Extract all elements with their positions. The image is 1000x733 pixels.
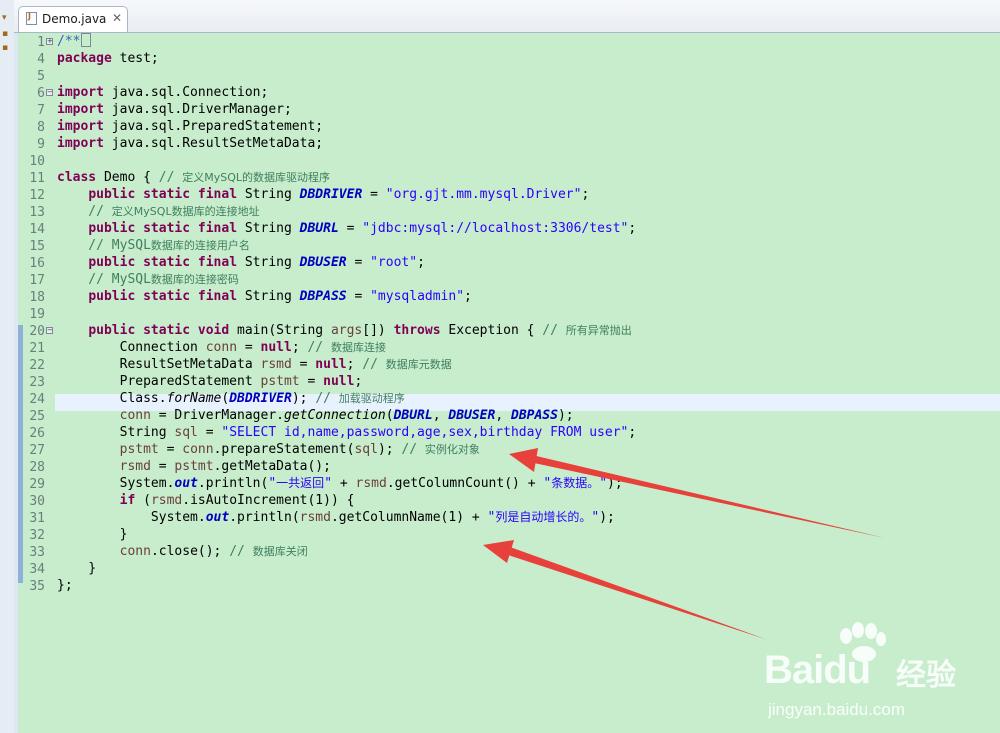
line-number: 30 bbox=[29, 494, 45, 509]
code-line: package test; bbox=[57, 51, 159, 66]
code-line: import java.sql.ResultSetMetaData; bbox=[57, 136, 324, 151]
code-line: String sql = "SELECT id,name,password,ag… bbox=[57, 425, 637, 440]
code-line: conn.close(); // 数据库关闭 bbox=[119, 544, 308, 559]
line-number: 33 bbox=[29, 545, 45, 560]
code-line: import java.sql.PreparedStatement; bbox=[57, 119, 324, 134]
code-line: if (rsmd.isAutoIncrement(1)) { bbox=[119, 493, 355, 508]
line-number: 5 bbox=[37, 69, 45, 84]
line-number: 25 bbox=[29, 409, 45, 424]
code-line: ResultSetMetaData rsmd = null; // 数据库元数据 bbox=[57, 357, 452, 372]
editor-tab-bar: Demo.java ✕ bbox=[14, 0, 1000, 33]
line-number: 8 bbox=[37, 120, 45, 135]
line-number: 35 bbox=[29, 579, 45, 594]
line-number: 1 bbox=[37, 35, 45, 50]
watermark-url: jingyan.baidu.com bbox=[768, 700, 906, 719]
code-line: PreparedStatement pstmt = null; bbox=[57, 374, 363, 389]
line-number: 24 bbox=[29, 392, 45, 407]
line-number: 22 bbox=[29, 358, 45, 373]
line-number: 21 bbox=[29, 341, 45, 356]
code-line: public static final String DBPASS = "mys… bbox=[88, 289, 472, 304]
line-number: 6 bbox=[37, 86, 45, 101]
line-number: 31 bbox=[29, 511, 45, 526]
line-number: 34 bbox=[29, 562, 45, 577]
tab-label: Demo.java bbox=[42, 12, 107, 26]
code-line: Class.forName(DBDRIVER); // 加载驱动程序 bbox=[57, 391, 405, 406]
package-icon[interactable]: ▾ bbox=[2, 14, 11, 23]
code-line: } bbox=[57, 561, 97, 576]
line-number: 9 bbox=[37, 137, 45, 152]
line-number: 18 bbox=[29, 290, 45, 305]
code-line: public static final String DBURL = "jdbc… bbox=[88, 221, 637, 236]
code-line: /** bbox=[57, 33, 92, 50]
fold-collapse-icon[interactable]: − bbox=[46, 89, 53, 96]
code-line: System.out.println("一共返回" + rsmd.getColu… bbox=[57, 476, 623, 491]
line-number: 14 bbox=[29, 222, 45, 237]
line-number: 19 bbox=[29, 307, 45, 322]
fold-expand-icon[interactable]: + bbox=[46, 38, 53, 45]
watermark-logo-text: Baidu bbox=[764, 648, 871, 692]
watermark-cn-text: 经验 bbox=[896, 658, 956, 693]
fold-collapse-icon[interactable]: − bbox=[46, 327, 53, 334]
code-line: // 定义MySQL数据库的连接地址 bbox=[57, 204, 260, 219]
line-number: 4 bbox=[37, 52, 45, 67]
line-number: 7 bbox=[37, 103, 45, 118]
line-number: 26 bbox=[29, 426, 45, 441]
left-tool-strip: ▾ ▪ ▪ bbox=[0, 0, 15, 733]
code-line: import java.sql.Connection; bbox=[57, 85, 269, 100]
line-number: 13 bbox=[29, 205, 45, 220]
line-number: 20 bbox=[29, 324, 45, 339]
line-number: 16 bbox=[29, 256, 45, 271]
baidu-jingyan-watermark: Baidu 经验 jingyan.baidu.com bbox=[760, 620, 1000, 733]
tab-demo-java[interactable]: Demo.java ✕ bbox=[18, 6, 128, 32]
collapsed-comment-icon[interactable] bbox=[81, 33, 92, 47]
code-line: }; bbox=[57, 578, 73, 593]
line-number: 11 bbox=[29, 171, 45, 186]
line-number-gutter: 1 4 5 6 7 8 9 10 11 12 13 14 15 16 17 18 19 20 21 22 23 24 25 2… bbox=[23, 33, 55, 733]
line-number: 17 bbox=[29, 273, 45, 288]
eclipse-editor-window: ▾ ▪ ▪ Demo.java ✕ 1456789101112131415161… bbox=[0, 0, 1000, 733]
code-line: public static final String DBUSER = "roo… bbox=[88, 255, 425, 270]
code-line: Connection conn = null; // 数据库连接 bbox=[57, 340, 386, 355]
line-number: 29 bbox=[29, 477, 45, 492]
code-line: conn = DriverManager.getConnection(DBURL… bbox=[119, 408, 574, 423]
line-number: 23 bbox=[29, 375, 45, 390]
code-line: } bbox=[57, 527, 128, 542]
code-line: // MySQL数据库的连接密码 bbox=[57, 272, 239, 287]
code-line: rsmd = pstmt.getMetaData(); bbox=[119, 459, 331, 474]
code-line: import java.sql.DriverManager; bbox=[57, 102, 292, 117]
line-number: 15 bbox=[29, 239, 45, 254]
line-number: 27 bbox=[29, 443, 45, 458]
code-line: System.out.println(rsmd.getColumnName(1)… bbox=[57, 510, 615, 525]
code-line: class Demo { // 定义MySQL的数据库驱动程序 bbox=[57, 170, 331, 185]
java-file-icon bbox=[26, 12, 37, 25]
code-line: pstmt = conn.prepareStatement(sql); // 实… bbox=[119, 442, 480, 457]
line-number: 10 bbox=[29, 154, 45, 169]
outline-icon[interactable]: ▪ bbox=[2, 44, 11, 53]
close-icon[interactable]: ✕ bbox=[112, 11, 122, 25]
hierarchy-icon[interactable]: ▪ bbox=[2, 30, 11, 39]
line-number: 12 bbox=[29, 188, 45, 203]
code-line: public static void main(String args[]) t… bbox=[88, 323, 632, 338]
line-number: 32 bbox=[29, 528, 45, 543]
code-line: public static final String DBDRIVER = "o… bbox=[88, 187, 590, 202]
line-number: 28 bbox=[29, 460, 45, 475]
code-line: // MySQL数据库的连接用户名 bbox=[57, 238, 250, 253]
